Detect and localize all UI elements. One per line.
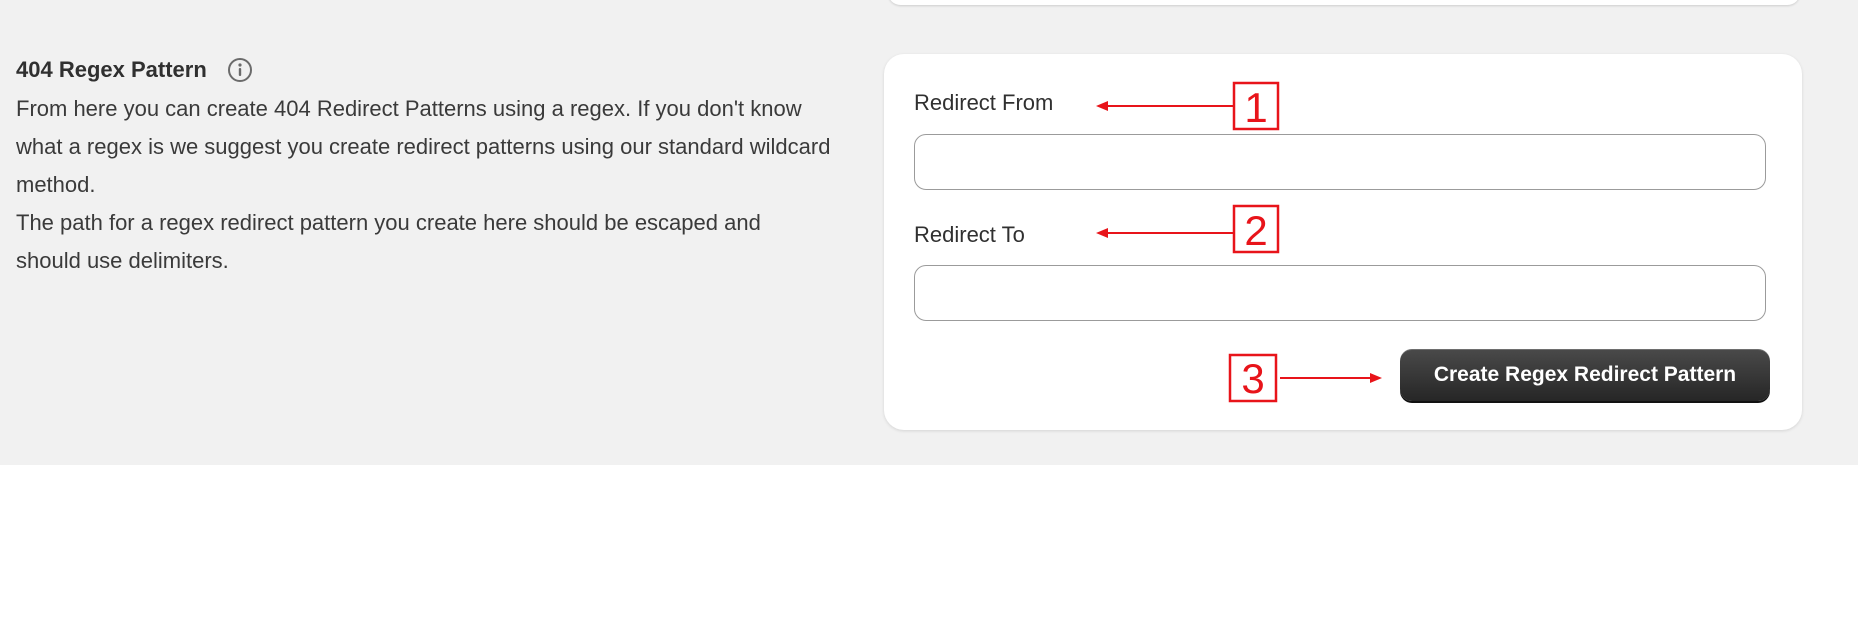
redirect-from-label: Redirect From: [914, 90, 1054, 115]
create-regex-redirect-pattern-button[interactable]: Create Regex Redirect Pattern: [1400, 349, 1770, 401]
description-paragraph: From here you can create 404 Redirect Pa…: [16, 96, 831, 197]
regex-pattern-card: Redirect From Redirect To Create Regex R…: [884, 54, 1802, 430]
redirect-to-label: Redirect To: [914, 222, 1025, 247]
previous-card: [888, 0, 1800, 5]
section-description: From here you can create 404 Redirect Pa…: [16, 90, 831, 280]
section-header: 404 Regex Pattern: [16, 56, 253, 84]
settings-panel: 404 Regex Pattern From here you can crea…: [0, 0, 1858, 465]
redirect-to-input[interactable]: [914, 265, 1766, 321]
section-title: 404 Regex Pattern: [16, 57, 207, 82]
info-icon[interactable]: [227, 57, 253, 83]
description-paragraph: The path for a regex redirect pattern yo…: [16, 210, 761, 273]
redirect-from-input[interactable]: [914, 134, 1766, 190]
